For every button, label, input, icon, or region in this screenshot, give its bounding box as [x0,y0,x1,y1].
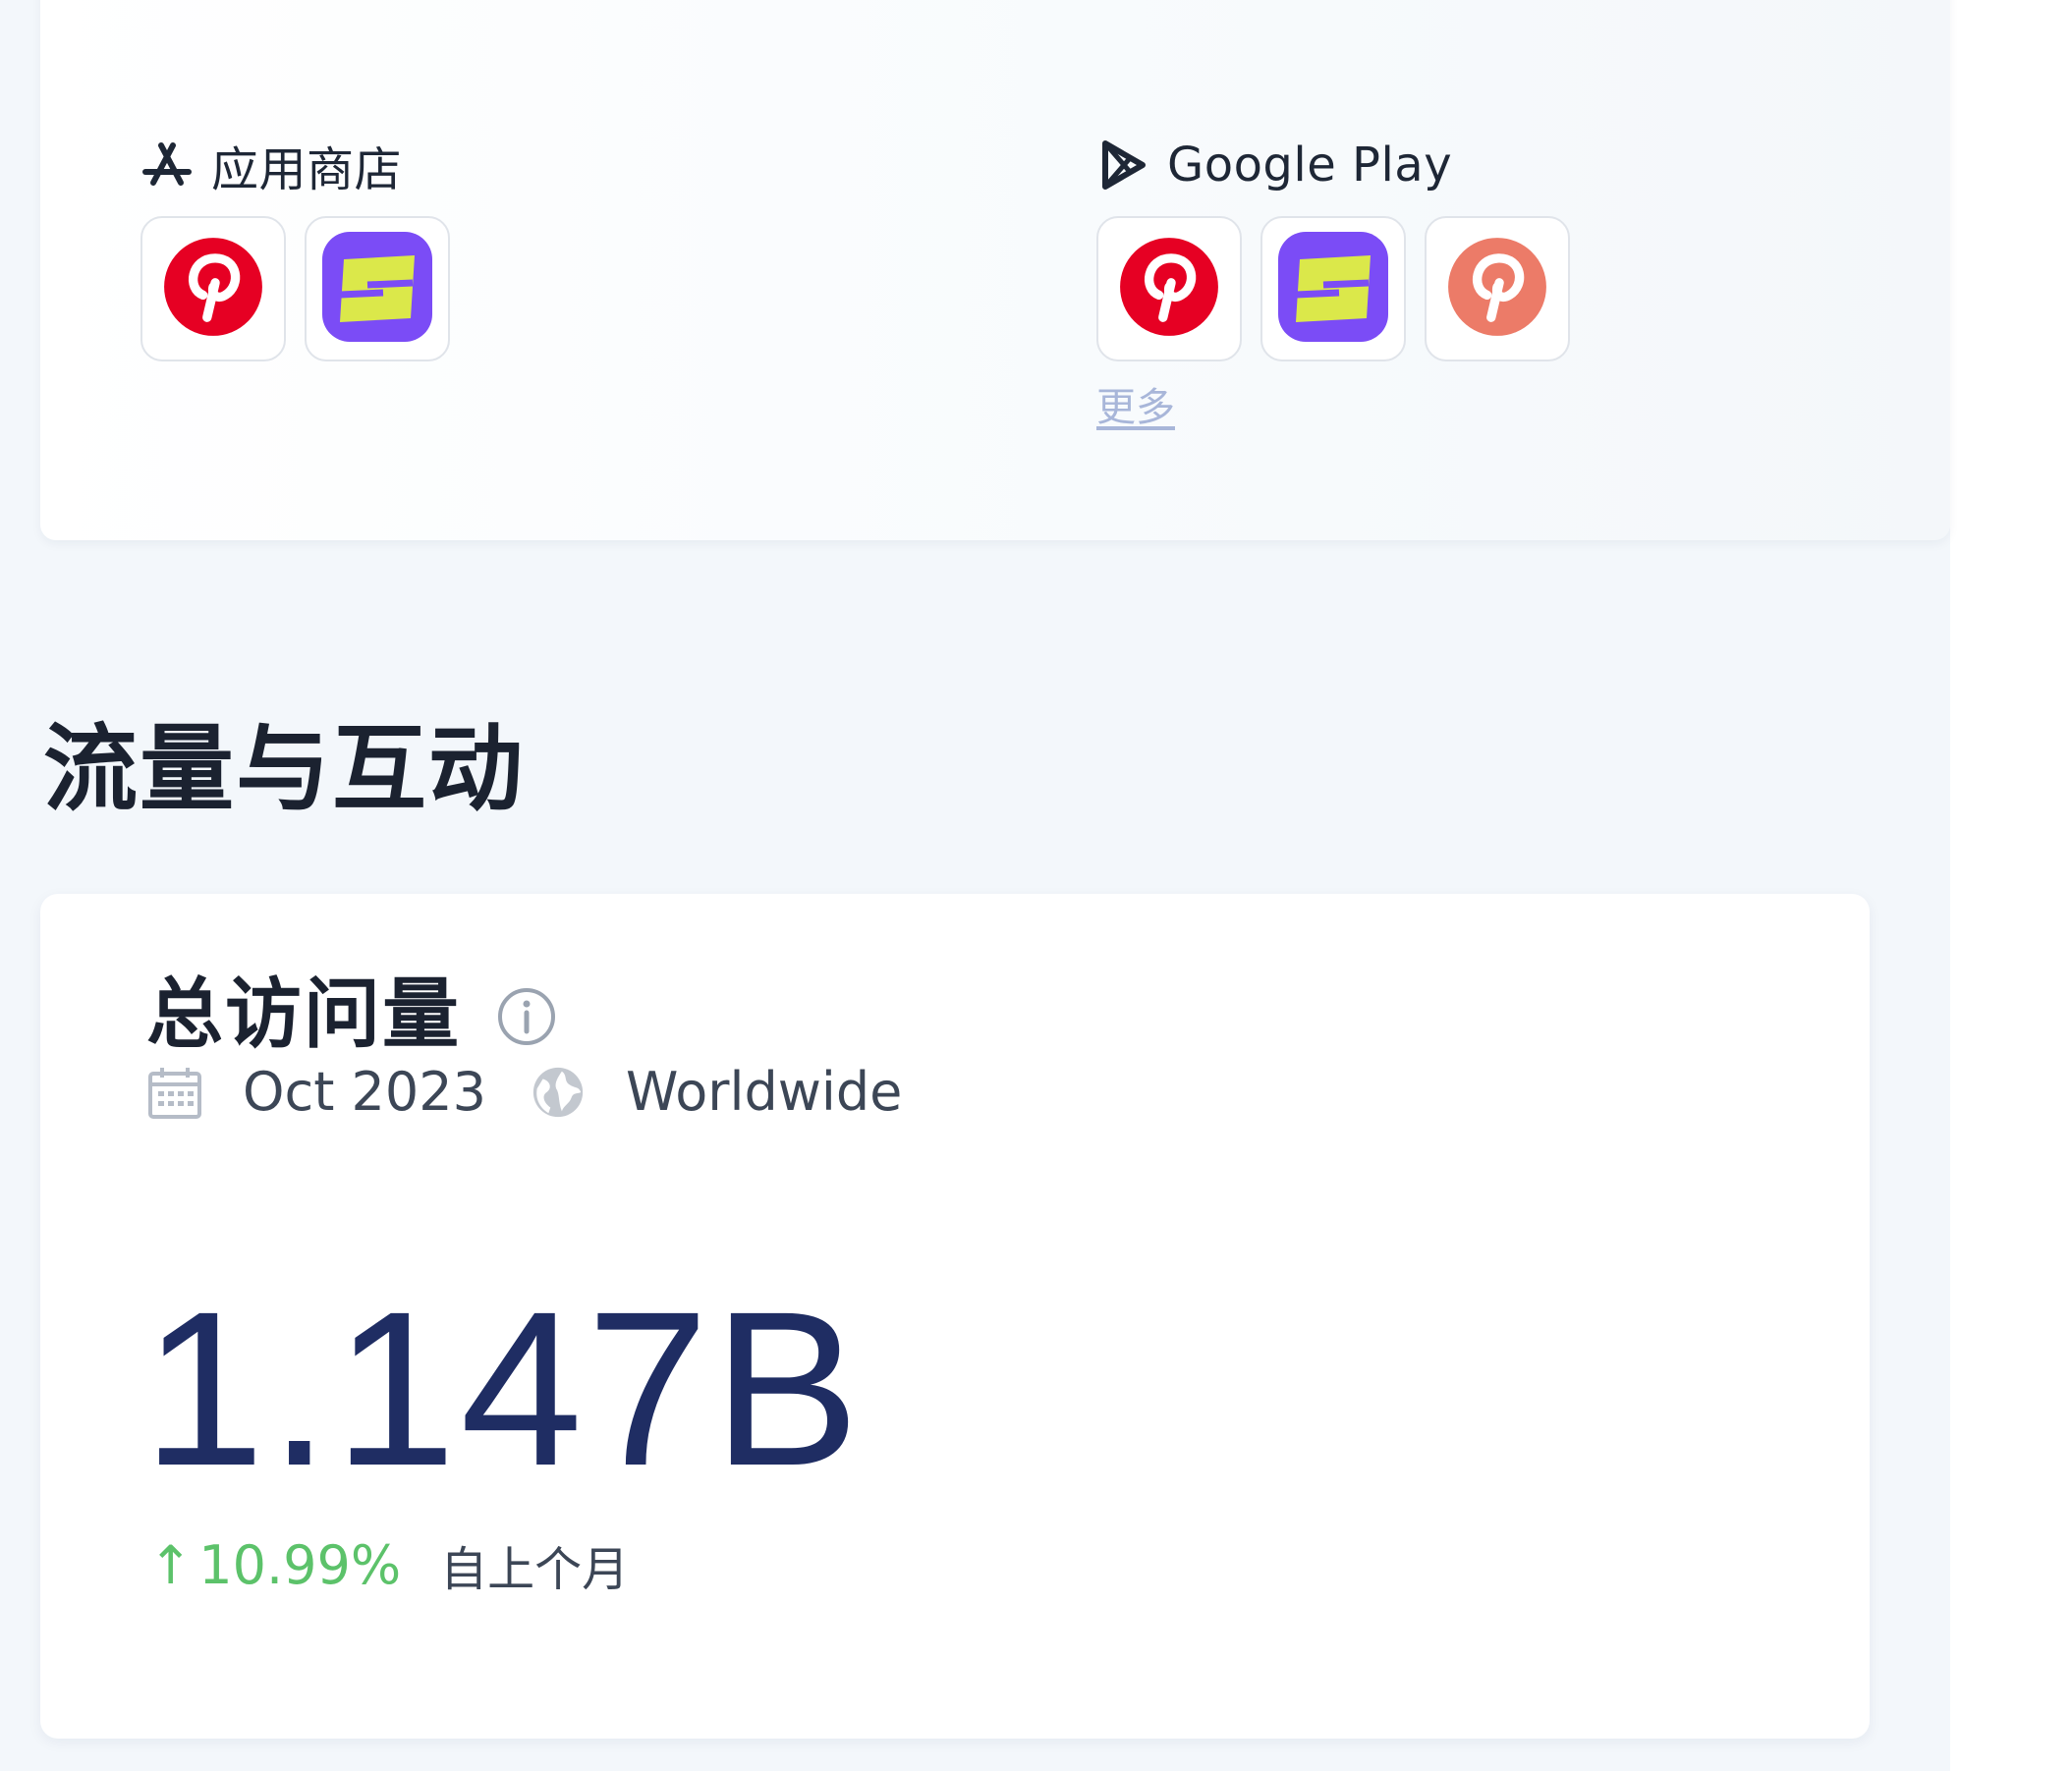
app-tile-pinterest[interactable] [1096,216,1242,361]
google-play-label: Google Play [1167,138,1453,193]
pinterest-icon [162,236,264,342]
more-link[interactable]: 更多 [1096,375,1175,432]
metric-title-row: 总访问量 [146,953,557,1063]
pinterest-icon [1118,236,1220,342]
shuffles-icon [318,228,436,350]
app-store-header: 应用商店 [140,136,450,197]
change-percent: 10.99% [198,1533,402,1596]
metric-meta-row: Oct 2023 Worldwide [146,1061,945,1123]
change-row: ↑ 10.99% 自上个月 [148,1530,629,1599]
change-period-label: 自上个月 [440,1542,630,1597]
total-visits-value: 1.147B [142,1266,864,1512]
metric-date: Oct 2023 [243,1061,486,1123]
app-stores-card: 应用商店 Google Play 更多 [40,0,1950,540]
google-play-icon [1096,138,1149,192]
google-play-apps [1096,216,1570,361]
pinterest-lite-icon [1446,236,1548,342]
app-store-apps [140,216,450,361]
page: 应用商店 Google Play 更多 流量与互动 总访问量 Oct 2023 … [0,0,2072,1771]
metric-region: Worldwide [625,1061,903,1123]
app-tile-pinterest[interactable] [140,216,286,361]
globe-icon [530,1064,587,1121]
app-store-block: 应用商店 [140,136,450,361]
app-store-label: 应用商店 [211,142,403,197]
arrow-up-icon: ↑ [148,1533,194,1596]
app-tile-shuffles[interactable] [305,216,450,361]
shuffles-icon [1274,228,1392,350]
section-title: 流量与互动 [43,714,525,824]
google-play-block: Google Play 更多 [1096,136,1570,432]
info-icon[interactable] [496,986,557,1047]
app-store-icon [140,138,194,192]
google-play-header: Google Play [1096,136,1570,194]
app-tile-pinterest-lite[interactable] [1425,216,1570,361]
total-visits-card: 总访问量 Oct 2023 Worldwide 1.147B ↑ 10.99% … [40,894,1870,1739]
right-edge-area [1950,0,2072,1771]
metric-title: 总访问量 [146,970,462,1059]
app-tile-shuffles[interactable] [1260,216,1406,361]
calendar-icon [146,1064,203,1121]
